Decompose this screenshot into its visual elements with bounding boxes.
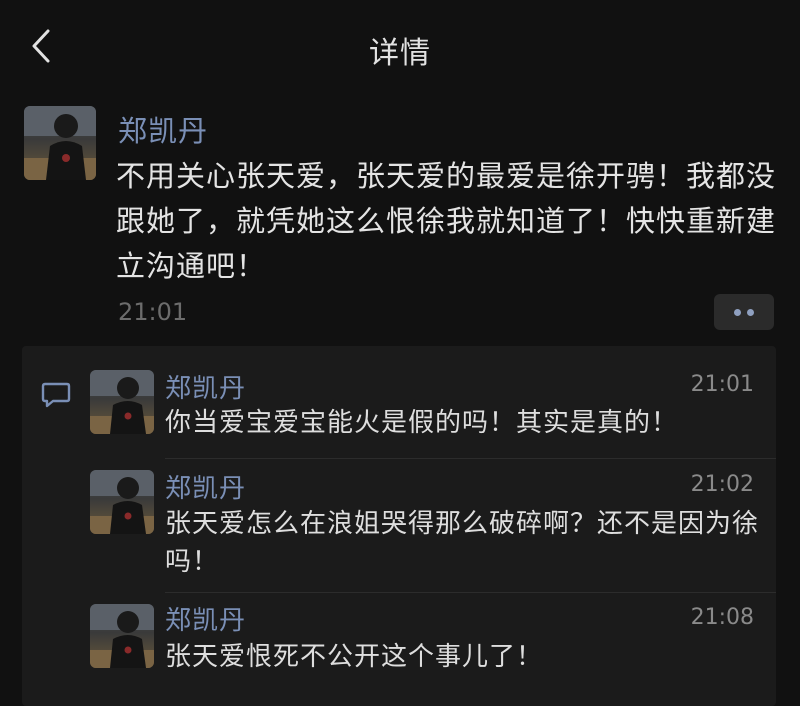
more-dots-icon-dot [747, 309, 754, 316]
comment-timestamp: 21:02 [690, 472, 754, 497]
post-timestamp: 21:01 [118, 298, 188, 326]
top-bar: 详情 [0, 0, 800, 92]
post-author-name[interactable]: 郑凯丹 [118, 108, 208, 150]
comment-timestamp: 21:08 [690, 605, 754, 630]
page-title: 详情 [369, 36, 431, 71]
comment-icon [41, 382, 71, 408]
avatar[interactable] [90, 470, 154, 534]
comment-text: 张天爱恨死不公开这个事儿了！ [165, 642, 544, 672]
avatar[interactable] [90, 370, 154, 434]
avatar[interactable] [24, 106, 96, 180]
comment-timestamp: 21:01 [690, 372, 754, 397]
comment-text: 你当爱宝爱宝能火是假的吗！其实是真的！ [165, 408, 679, 438]
avatar-image [24, 106, 96, 180]
more-dots-icon [734, 309, 741, 316]
avatar-image [90, 470, 154, 534]
comment-author-name[interactable]: 郑凯丹 [165, 600, 246, 637]
post-content: 不用关心张天爱，张天爱的最爱是徐开骋！我都没跟她了，就凭她这么恨徐我就知道了！快… [116, 159, 777, 283]
divider [165, 458, 776, 459]
divider [165, 592, 776, 593]
avatar[interactable] [90, 604, 154, 668]
comment-text: 张天爱怎么在浪姐哭得那么破碎啊？还不是因为徐吗！ [165, 509, 760, 577]
avatar-image [90, 604, 154, 668]
comment-author-name[interactable]: 郑凯丹 [165, 368, 246, 405]
comment-author-name[interactable]: 郑凯丹 [165, 468, 246, 505]
avatar-image [90, 370, 154, 434]
more-options-button[interactable] [714, 294, 774, 330]
